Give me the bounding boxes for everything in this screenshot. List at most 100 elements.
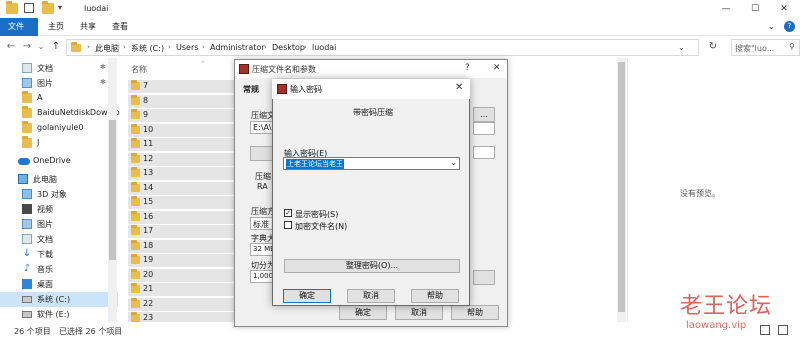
music-icon: ♪ <box>23 263 31 274</box>
back-button[interactable]: ← <box>5 41 17 53</box>
sidebar-item-documents-pinned[interactable]: 文档 ✱ <box>0 61 118 76</box>
sidebar-item-downloads[interactable]: ↓ 下载 <box>0 247 118 262</box>
refresh-button[interactable]: ↻ <box>707 41 719 53</box>
folder-icon <box>131 225 140 235</box>
password-input[interactable]: 上老王论坛当老王 ⌄ <box>283 157 460 170</box>
new-folder-icon[interactable] <box>42 1 54 14</box>
up-button[interactable]: ↑ <box>50 41 62 53</box>
breadcrumb-users[interactable]: Users <box>176 43 198 52</box>
search-icon: ⚲ <box>789 42 795 51</box>
window-title: luodai <box>84 4 109 13</box>
password-help-button[interactable]: 帮助 <box>411 289 459 303</box>
search-input[interactable]: 搜索"luo... ⚲ <box>731 39 800 56</box>
sidebar-item-music[interactable]: ♪ 音乐 <box>0 262 118 277</box>
winrar-icon <box>239 64 249 74</box>
compress-help-button[interactable]: 帮助 <box>451 305 499 320</box>
help-icon[interactable]: ? <box>784 21 795 32</box>
item-count: 26 个项目 <box>14 327 51 336</box>
sidebar-item-label: 3D 对象 <box>37 190 67 199</box>
sidebar-item-documents[interactable]: 文档 <box>0 232 118 247</box>
close-button[interactable]: ✕ <box>777 2 791 16</box>
password-ok-button[interactable]: 确定 <box>283 289 331 303</box>
format-rar-option[interactable]: RA <box>257 182 268 191</box>
folder-icon <box>131 239 140 250</box>
recent-locations-button[interactable]: ⌄ <box>35 41 47 53</box>
breadcrumb-separator: › <box>87 43 90 51</box>
minimize-button[interactable]: — <box>719 2 733 16</box>
address-bar[interactable]: › 此电脑 › 系统 (C:) › Users › Administrator … <box>66 39 699 56</box>
computer-icon <box>18 174 28 184</box>
profiles-button[interactable] <box>250 146 274 161</box>
tab-general[interactable]: 常规 <box>243 84 259 95</box>
sidebar-item-baidunetdisk[interactable]: BaiduNetdiskDownlo <box>0 106 120 121</box>
sidebar-item-drive-c[interactable]: 系统 (C:) <box>0 292 118 307</box>
breadcrumb-administrator[interactable]: Administrator <box>210 43 265 52</box>
tab-home[interactable]: 主页 <box>40 18 72 36</box>
compress-dialog-close-icon[interactable]: ✕ <box>493 63 501 73</box>
breadcrumb-drive-c[interactable]: 系统 (C:) <box>131 43 164 54</box>
folder-icon <box>131 94 140 105</box>
sidebar-item-drive-e[interactable]: 软件 (E:) <box>0 307 118 322</box>
sidebar-item-folder-j[interactable]: J <box>0 136 118 151</box>
encrypt-filenames-checkbox[interactable] <box>284 221 292 229</box>
compress-cancel-button[interactable]: 取消 <box>395 305 443 320</box>
compress-dialog-help-icon[interactable]: ? <box>465 63 470 73</box>
breadcrumb-luodai[interactable]: luodai <box>312 43 336 52</box>
show-password-checkbox[interactable]: ✓ <box>284 209 292 217</box>
organize-passwords-button[interactable]: 整理密码(O)... <box>284 259 460 273</box>
drive-icon <box>22 311 32 318</box>
file-list-scrollbar-thumb[interactable] <box>618 62 625 312</box>
compression-method-select[interactable]: 标准 <box>250 217 274 230</box>
details-view-icon[interactable] <box>760 325 770 335</box>
sidebar-item-label: 文档 <box>37 235 53 244</box>
breadcrumb-desktop[interactable]: Desktop <box>272 43 305 52</box>
quick-access-dropdown-icon[interactable]: ▾ <box>58 3 70 14</box>
properties-icon[interactable] <box>24 3 34 13</box>
compression-method-value: 标准 <box>253 220 269 229</box>
large-icons-view-icon[interactable] <box>778 325 788 335</box>
tab-file[interactable]: 文件 <box>0 18 38 36</box>
update-mode-select[interactable] <box>473 146 495 159</box>
sidebar-item-label: OneDrive <box>33 156 71 165</box>
picture-icon <box>22 219 32 229</box>
sidebar-item-pictures[interactable]: 图片 <box>0 217 118 232</box>
sidebar-item-folder-a[interactable]: A <box>0 91 118 106</box>
sidebar-item-desktop[interactable]: 桌面 <box>0 277 118 292</box>
forward-button[interactable]: → <box>21 41 33 53</box>
sidebar-item-label: 图片 <box>37 220 53 229</box>
password-history-dropdown-icon[interactable]: ⌄ <box>450 158 457 167</box>
sidebar-item-pictures-pinned[interactable]: 图片 ✱ <box>0 76 118 91</box>
archive-format-label: 压缩 <box>255 172 271 181</box>
folder-icon <box>22 121 32 133</box>
split-unit-select[interactable] <box>473 270 495 285</box>
tab-share[interactable]: 共享 <box>72 18 104 36</box>
file-name: 18 <box>143 240 154 250</box>
sidebar-item-label: 下载 <box>37 250 53 259</box>
navigation-scrollbar-thumb[interactable] <box>109 120 116 260</box>
ribbon-tabs: 文件 主页 共享 查看 ⌄ ? <box>0 18 800 36</box>
desktop-icon <box>22 279 32 289</box>
ribbon-expand-icon[interactable]: ⌄ <box>768 18 775 36</box>
sidebar-item-3d-objects[interactable]: 3D 对象 <box>0 187 118 202</box>
sidebar-item-this-pc[interactable]: 此电脑 <box>0 172 118 187</box>
compress-ok-button[interactable]: 确定 <box>339 305 387 320</box>
maximize-button[interactable]: ☐ <box>748 2 762 16</box>
address-dropdown-icon[interactable]: ⌄ <box>678 43 685 52</box>
browse-button[interactable]: … <box>473 107 495 122</box>
breadcrumb-separator: › <box>264 43 267 51</box>
breadcrumb-this-pc[interactable]: 此电脑 <box>95 43 119 54</box>
sidebar-item-golaniyule0[interactable]: golaniyule0 <box>0 121 118 136</box>
sidebar-item-onedrive[interactable]: OneDrive <box>0 154 118 169</box>
dictionary-size-select[interactable]: 32 MB <box>250 243 275 256</box>
password-dialog-close-icon[interactable]: ✕ <box>455 82 463 93</box>
profile-select[interactable] <box>473 122 495 135</box>
watermark-logo-text: 老王论坛 <box>680 294 773 319</box>
file-name: 7 <box>143 81 149 90</box>
folder-icon <box>131 152 140 163</box>
split-volume-field[interactable]: 1,000 <box>250 270 274 283</box>
column-header-name[interactable]: 名称 <box>131 64 147 75</box>
download-icon: ↓ <box>22 248 32 259</box>
sidebar-item-videos[interactable]: 视频 <box>0 202 118 217</box>
password-cancel-button[interactable]: 取消 <box>347 289 395 303</box>
tab-view[interactable]: 查看 <box>104 18 136 36</box>
